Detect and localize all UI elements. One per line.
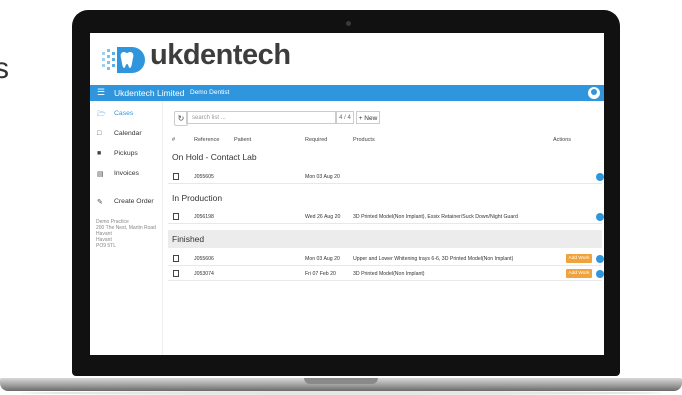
table-row[interactable]: J055605 Mon 03 Aug 20: [168, 170, 604, 184]
column-header-actions: Actions: [553, 137, 572, 143]
sidebar-item-label: Pickups: [114, 150, 138, 157]
practice-postcode: PO9 5TL: [96, 243, 117, 249]
column-header-patient: Patient: [234, 137, 252, 143]
add-work-button[interactable]: Add Work: [566, 254, 592, 263]
row-required: Mon 03 Aug 20: [305, 256, 340, 262]
row-reference: J055606: [194, 256, 214, 262]
row-required: Mon 03 Aug 20: [305, 174, 340, 180]
sidebar-item-pickups[interactable]: ■ Pickups: [90, 146, 162, 162]
logo-text: ukdentech: [150, 39, 291, 71]
laptop-notch: [304, 378, 378, 384]
brand-name: Ukdentech Limited: [114, 88, 185, 98]
row-products: 3D Printed Model(Non Implant): [353, 271, 425, 277]
row-products: 3D Printed Model(Non Implant), Essix Ret…: [353, 214, 518, 220]
folder-icon: 🗁: [97, 111, 106, 118]
table-row[interactable]: J056198 Wed 26 Aug 20 3D Printed Model(N…: [168, 210, 604, 224]
laptop-shadow: [20, 391, 662, 395]
cropped-text: s: [0, 52, 9, 85]
search-input[interactable]: search list ...: [186, 111, 336, 124]
invoice-icon: ▤: [97, 171, 104, 178]
case-action-icon[interactable]: [596, 213, 604, 221]
document-icon: [173, 173, 179, 180]
row-reference: J055605: [194, 174, 214, 180]
tooth-logo-icon: [102, 47, 145, 73]
document-icon: [173, 213, 179, 220]
user-avatar-icon[interactable]: [588, 87, 600, 99]
document-icon: [173, 270, 179, 277]
calendar-icon: □: [97, 130, 102, 137]
sidebar-item-invoices[interactable]: ▤ Invoices: [90, 166, 162, 182]
sidebar-item-cases[interactable]: 🗁 Cases: [90, 106, 162, 122]
section-heading: On Hold - Contact Lab: [172, 152, 257, 162]
row-required: Wed 26 Aug 20: [305, 214, 341, 220]
row-reference: J053074: [194, 271, 214, 277]
column-header-required: Required: [305, 137, 328, 143]
column-header-reference: Reference: [194, 137, 220, 143]
camera-icon: [346, 21, 351, 26]
menu-icon[interactable]: ☰: [97, 87, 105, 98]
section-heading: Finished: [168, 230, 602, 248]
sidebar-item-label: Invoices: [114, 170, 139, 177]
user-name: Demo Dentist: [190, 89, 230, 96]
truck-icon: ■: [97, 150, 102, 157]
new-button[interactable]: + New: [356, 111, 380, 124]
table-row[interactable]: J053074 Fri 07 Feb 20 3D Printed Model(N…: [168, 267, 604, 281]
sidebar: 🗁 Cases □ Calendar ■ Pickups ▤ Invoices …: [90, 101, 163, 355]
column-header-number: #: [172, 137, 176, 143]
case-action-icon[interactable]: [596, 255, 604, 263]
table-row[interactable]: J055606 Mon 03 Aug 20 Upper and Lower Wh…: [168, 252, 604, 266]
cases-panel: ↻ search list ... 4 / 4 + New # Referenc…: [168, 103, 604, 353]
sidebar-item-label: Calendar: [114, 130, 142, 137]
row-reference: J056198: [194, 214, 214, 220]
case-action-icon[interactable]: [596, 270, 604, 278]
table-header: # Reference Patient Required Products Ac…: [168, 135, 602, 145]
sidebar-item-label: Create Order: [114, 198, 154, 205]
document-icon: [173, 255, 179, 262]
sidebar-item-label: Cases: [114, 110, 134, 117]
laptop-screen: ukdentech ☰ Ukdentech Limited Demo Denti…: [90, 33, 604, 355]
row-products: Upper and Lower Whitening trays 6-6, 3D …: [353, 256, 514, 262]
case-action-icon[interactable]: [596, 173, 604, 181]
add-work-button[interactable]: Add Work: [566, 269, 592, 278]
sidebar-item-create-order[interactable]: ✎ Create Order: [90, 194, 162, 210]
logo: ukdentech: [90, 33, 604, 85]
column-header-products: Products: [353, 137, 375, 143]
result-count: 4 / 4: [336, 111, 354, 124]
section-heading: In Production: [172, 193, 223, 203]
sidebar-item-calendar[interactable]: □ Calendar: [90, 126, 162, 142]
row-required: Fri 07 Feb 20: [305, 271, 336, 277]
top-bar: ☰ Ukdentech Limited Demo Dentist: [90, 85, 604, 101]
edit-icon: ✎: [97, 199, 103, 206]
